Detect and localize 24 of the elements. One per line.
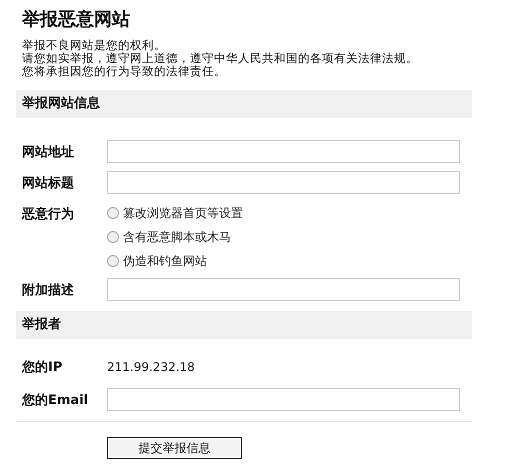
- intro-text: 您将承担因您的行为导致的法律责任。: [22, 65, 227, 78]
- input-field[interactable]: [107, 171, 460, 194]
- field-label: 网站标题: [22, 175, 75, 193]
- radio-icon[interactable]: [107, 231, 119, 243]
- radio-option[interactable]: 含有恶意脚本或木马: [107, 228, 243, 246]
- submit-button[interactable]: 提交举报信息: [107, 436, 242, 458]
- section-header: 举报者: [16, 311, 472, 339]
- input-field[interactable]: [107, 278, 460, 301]
- radio-icon[interactable]: [107, 255, 119, 267]
- field-label: 网站地址: [22, 144, 75, 162]
- field-label: 您的Email: [22, 392, 90, 410]
- input-field[interactable]: [107, 388, 460, 410]
- field-label: 您的IP: [22, 359, 64, 377]
- input-field[interactable]: [107, 140, 460, 163]
- radio-option[interactable]: 伪造和钓鱼网站: [107, 252, 243, 270]
- radio-option[interactable]: 篡改浏览器首页等设置: [107, 204, 243, 222]
- field-label: 附加描述: [22, 282, 75, 300]
- field-label: 恶意行为: [22, 206, 75, 224]
- ip-address: 211.99.232.18: [107, 359, 195, 376]
- section-header: 举报网站信息: [16, 90, 472, 118]
- page-title: 举报恶意网站: [22, 8, 131, 32]
- intro-text: 举报不良网站是您的权利。: [22, 39, 167, 52]
- radio-icon[interactable]: [107, 207, 119, 219]
- intro-text: 请您如实举报，遵守网上道德，遵守中华人民共和国的各项有关法律法规。: [22, 52, 419, 65]
